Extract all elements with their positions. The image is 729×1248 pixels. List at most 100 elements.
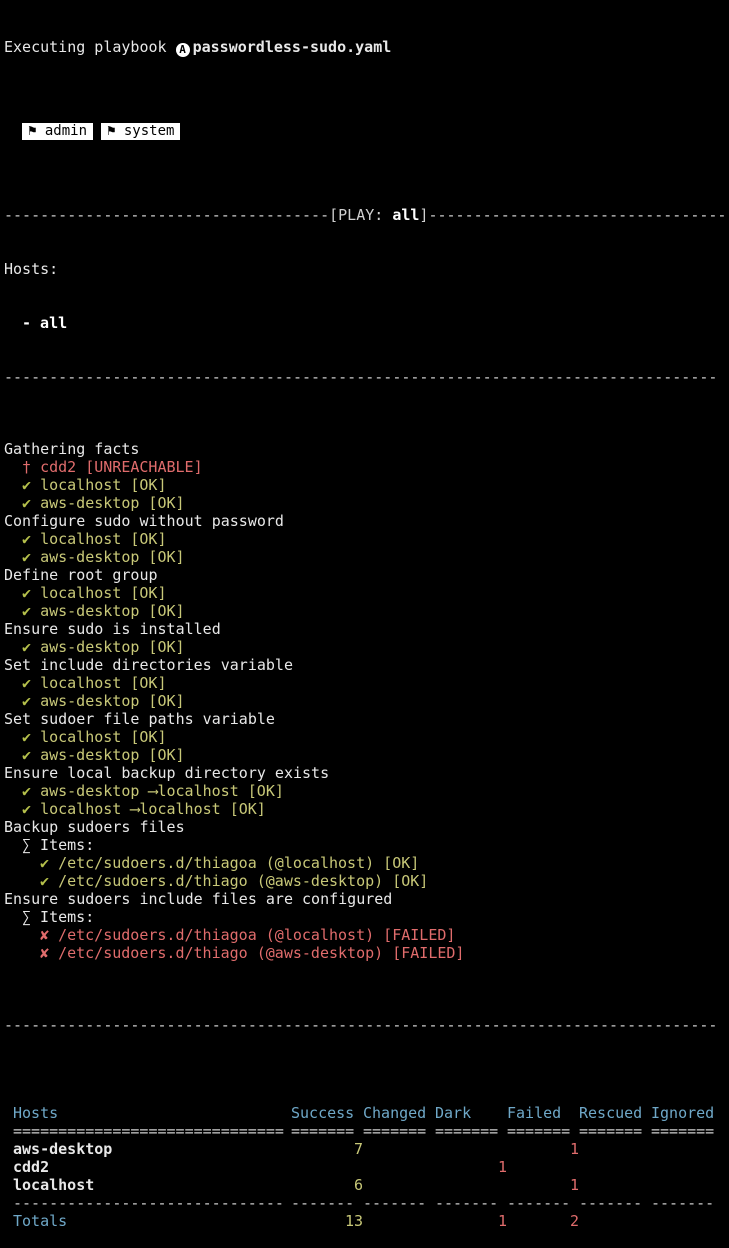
- recap-rule-row: ============================== ======= ===…: [13, 1122, 723, 1140]
- check-icon: ✔: [40, 854, 50, 872]
- cell-ignored: [651, 1212, 723, 1230]
- cell-rescued: [579, 1176, 651, 1194]
- cell-ignored: -------: [651, 1194, 715, 1212]
- check-icon: ✔: [22, 602, 32, 620]
- cell-ignored: Ignored: [651, 1104, 715, 1122]
- task-name: Backup sudoers files: [4, 818, 185, 836]
- task-result-line: ✔ /etc/sudoers.d/thiago (@aws-desktop) […: [4, 872, 725, 890]
- cell-ignored: [651, 1158, 723, 1176]
- cell-changed: Changed: [363, 1104, 427, 1122]
- cell-failed: Failed: [507, 1104, 562, 1122]
- task-result-line: ✔ aws-desktop [OK]: [4, 692, 725, 710]
- cell-failed: [507, 1158, 579, 1176]
- cell-changed: =======: [363, 1122, 427, 1140]
- result-text: aws-desktop [OK]: [40, 548, 185, 566]
- cell-rescued: -------: [579, 1194, 643, 1212]
- task-result-line: ✘ /etc/sudoers.d/thiago (@aws-desktop) […: [4, 944, 725, 962]
- task-result-line: ✔ localhost [OK]: [4, 584, 725, 602]
- cell-dark: 1: [497, 1158, 507, 1176]
- result-text: localhost [OK]: [40, 674, 167, 692]
- ansible-logo-icon: A: [175, 43, 190, 57]
- task-result-line: ✔ aws-desktop [OK]: [4, 638, 725, 656]
- cell-dark: 1: [497, 1212, 507, 1230]
- hosts-item: - all: [22, 314, 68, 332]
- cell-success: Success: [291, 1104, 355, 1122]
- task-result-line: ✔ aws-desktop [OK]: [4, 746, 725, 764]
- task-name: Set include directories variable: [4, 656, 293, 674]
- result-text: aws-desktop [OK]: [40, 602, 185, 620]
- result-text: /etc/sudoers.d/thiagoa (@localhost) [FAI…: [58, 926, 456, 944]
- recap-host-row: aws-desktop 7 1: [13, 1140, 723, 1158]
- task-name: Ensure sudoers include files are configu…: [4, 890, 393, 908]
- tag-admin: ⚑ admin: [22, 123, 94, 140]
- result-text: aws-desktop [OK]: [40, 494, 185, 512]
- cell-rescued: [579, 1158, 651, 1176]
- task-result-line: ✔ aws-desktop [OK]: [4, 548, 725, 566]
- check-icon: ✔: [22, 638, 32, 656]
- cell-rescued: [579, 1212, 651, 1230]
- check-icon: ✔: [22, 800, 32, 818]
- cell-host: Hosts: [13, 1104, 59, 1122]
- cell-changed: [363, 1140, 435, 1158]
- cell-host: localhost: [13, 1176, 95, 1194]
- cell-host: Totals: [13, 1212, 68, 1230]
- recap-table: Hosts Success Changed Dark Failed Rescued Igno…: [13, 1104, 723, 1230]
- result-text: localhost ⟶localhost [OK]: [40, 800, 266, 818]
- tag-row: ⚑ admin ⚑ system: [22, 121, 725, 140]
- cell-ignored: [651, 1140, 723, 1158]
- cell-dark: [435, 1140, 507, 1158]
- terminal-output: Executing playbook Apasswordless-sudo.ya…: [0, 0, 729, 1248]
- task-result-line: ✔ localhost [OK]: [4, 476, 725, 494]
- result-text: /etc/sudoers.d/thiago (@aws-desktop) [OK…: [58, 872, 429, 890]
- cell-failed: 2: [569, 1212, 579, 1230]
- play-rule-right: ]------------------------------------: [419, 206, 729, 224]
- play-rule: ------------------------------------[PLA…: [4, 206, 729, 224]
- task-name: Ensure sudo is installed: [4, 620, 221, 638]
- cell-failed: =======: [507, 1122, 571, 1140]
- recap-rule-row: ------------------------------ ------- ---…: [13, 1194, 723, 1212]
- cell-success: 13: [344, 1212, 363, 1230]
- check-icon: ✔: [22, 494, 32, 512]
- cell-changed: [363, 1158, 435, 1176]
- cell-success: =======: [291, 1122, 355, 1140]
- check-icon: ✔: [22, 692, 32, 710]
- cell-ignored: =======: [651, 1122, 715, 1140]
- cell-dark: =======: [435, 1122, 499, 1140]
- recap-host-row: localhost 6 1: [13, 1176, 723, 1194]
- playbook-name: passwordless-sudo.yaml: [192, 38, 392, 56]
- cell-host: ------------------------------: [13, 1194, 284, 1212]
- cell-host: ==============================: [13, 1122, 284, 1140]
- divider-bottom: ----------------------------------------…: [4, 1016, 718, 1034]
- result-text: aws-desktop [OK]: [40, 746, 185, 764]
- cross-icon: ✘: [40, 926, 50, 944]
- task-name: Configure sudo without password: [4, 512, 284, 530]
- items-label: ∑ Items:: [22, 908, 95, 926]
- cell-failed: 1: [569, 1176, 579, 1194]
- result-text: /etc/sudoers.d/thiago (@aws-desktop) [FA…: [58, 944, 465, 962]
- result-text: localhost [OK]: [40, 584, 167, 602]
- header-prefix: Executing playbook: [4, 38, 167, 56]
- cell-success: [291, 1158, 363, 1176]
- cell-rescued: =======: [579, 1122, 643, 1140]
- cell-host: aws-desktop: [13, 1140, 113, 1158]
- cell-changed: -------: [363, 1194, 427, 1212]
- check-icon: ✔: [22, 746, 32, 764]
- recap-host-row: cdd2 1: [13, 1158, 723, 1176]
- task-result-line: † cdd2 [UNREACHABLE]: [4, 458, 725, 476]
- hosts-label: Hosts:: [4, 260, 59, 278]
- task-result-line: ✘ /etc/sudoers.d/thiagoa (@localhost) [F…: [4, 926, 725, 944]
- cell-success: 7: [353, 1140, 363, 1158]
- check-icon: ✔: [22, 728, 32, 746]
- play-name: all: [392, 206, 420, 224]
- task-result-line: ✔ aws-desktop [OK]: [4, 494, 725, 512]
- check-icon: ✔: [22, 584, 32, 602]
- task-result-line: ✔ /etc/sudoers.d/thiagoa (@localhost) [O…: [4, 854, 725, 872]
- recap-header-row: Hosts Success Changed Dark Failed Rescued Igno…: [13, 1104, 723, 1122]
- cell-changed: [363, 1176, 435, 1194]
- dagger-icon: †: [22, 458, 32, 476]
- task-result-line: ✔ localhost ⟶localhost [OK]: [4, 800, 725, 818]
- cross-icon: ✘: [40, 944, 50, 962]
- check-icon: ✔: [22, 548, 32, 566]
- items-label: ∑ Items:: [22, 836, 95, 854]
- check-icon: ✔: [40, 872, 50, 890]
